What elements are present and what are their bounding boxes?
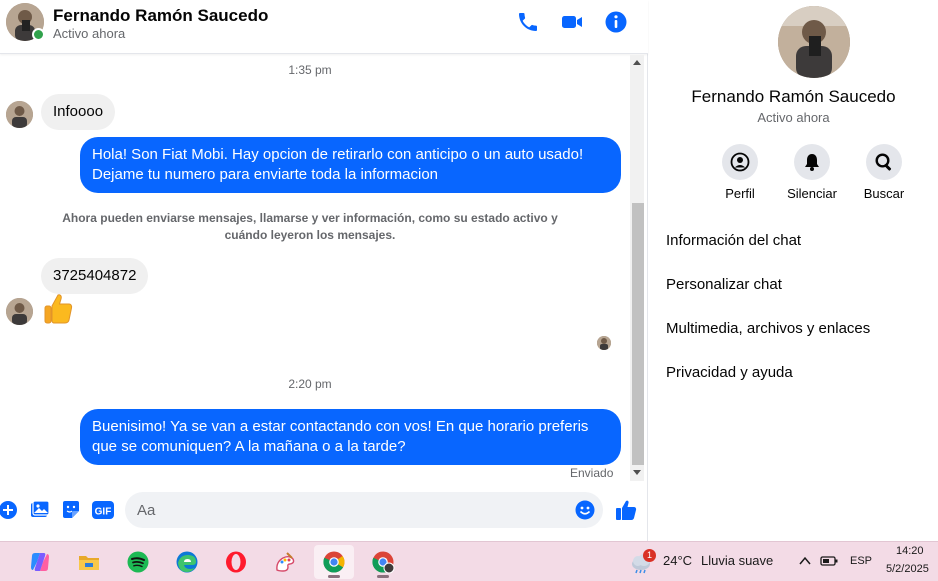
profile-icon[interactable] — [722, 144, 758, 180]
online-indicator — [32, 28, 45, 41]
chevron-up-icon[interactable] — [798, 554, 812, 568]
running-indicator — [377, 575, 389, 578]
emoji-icon[interactable] — [575, 500, 595, 520]
search-action[interactable]: Buscar — [854, 144, 914, 201]
weather-temp[interactable]: 24°C — [663, 553, 692, 568]
gif-icon[interactable]: GIF — [92, 500, 114, 520]
info-icon[interactable] — [604, 10, 628, 34]
message-input[interactable]: Aa — [125, 492, 603, 528]
clock-time[interactable]: 14:20 — [896, 545, 924, 557]
seen-avatar — [597, 336, 611, 350]
phone-icon[interactable] — [516, 10, 540, 34]
encryption-notice: Ahora pueden enviarse mensajes, llamarse… — [62, 211, 558, 242]
file-explorer-icon[interactable] — [69, 545, 109, 579]
video-icon[interactable] — [560, 10, 584, 34]
scroll-down-arrow[interactable] — [633, 470, 641, 475]
search-label: Buscar — [863, 186, 905, 201]
bell-icon[interactable] — [794, 144, 830, 180]
conversation-info-panel: Fernando Ramón Saucedo Activo ahora Perf… — [649, 0, 938, 541]
message-incoming[interactable]: Infoooo — [41, 94, 116, 130]
sent-status: Enviado — [570, 466, 614, 480]
timestamp: 1:35 pm — [288, 63, 332, 77]
input-placeholder: Aa — [137, 502, 156, 519]
battery-icon[interactable] — [820, 553, 840, 569]
search-icon[interactable] — [866, 144, 902, 180]
timestamp: 2:20 pm — [288, 377, 332, 391]
contact-avatar-small[interactable] — [6, 101, 33, 128]
scroll-up-arrow[interactable] — [633, 60, 641, 65]
gif-label: GIF — [95, 507, 112, 518]
profile-label: Perfil — [725, 186, 755, 201]
menu-customize-chat[interactable]: Personalizar chat — [666, 276, 782, 293]
composer: GIF Aa — [0, 490, 648, 534]
spotify-icon[interactable] — [118, 545, 158, 579]
info-contact-name: Fernando Ramón Saucedo — [691, 87, 896, 106]
contact-avatar-small[interactable] — [6, 298, 33, 325]
running-indicator — [328, 575, 340, 578]
plus-icon[interactable] — [0, 500, 18, 520]
chrome-profile-icon[interactable] — [363, 545, 403, 579]
copilot-icon[interactable] — [20, 545, 60, 579]
contact-avatar-large[interactable] — [778, 6, 850, 78]
chrome-icon[interactable] — [314, 545, 354, 579]
weather-badge: 1 — [643, 549, 656, 562]
sticker-icon[interactable] — [61, 500, 81, 520]
mute-label: Silenciar — [787, 186, 837, 201]
contact-name[interactable]: Fernando Ramón Saucedo — [53, 6, 268, 26]
chat-column: Fernando Ramón Saucedo Activo ahora 1:35… — [0, 0, 648, 541]
info-contact-status: Activo ahora — [757, 110, 830, 125]
taskbar: 1 24°C Lluvia suave ESP 14:20 5/2/2025 — [0, 541, 938, 581]
like-icon[interactable] — [614, 498, 638, 522]
image-icon[interactable] — [30, 500, 50, 520]
language-indicator[interactable]: ESP — [850, 555, 872, 567]
message-outgoing[interactable]: Hola! Son Fiat Mobi. Hay opcion de retir… — [80, 137, 621, 193]
profile-action[interactable]: Perfil — [710, 144, 770, 201]
menu-privacy-help[interactable]: Privacidad y ayuda — [666, 364, 793, 381]
thumbs-up-emoji[interactable] — [43, 292, 73, 326]
opera-icon[interactable] — [216, 545, 256, 579]
chat-header: Fernando Ramón Saucedo Activo ahora — [0, 0, 648, 54]
message-incoming[interactable]: 3725404872 — [41, 258, 149, 294]
clock-date[interactable]: 5/2/2025 — [886, 563, 929, 575]
edge-icon[interactable] — [167, 545, 207, 579]
menu-media-files-links[interactable]: Multimedia, archivos y enlaces — [666, 320, 870, 337]
messenger-window: Fernando Ramón Saucedo Activo ahora 1:35… — [0, 0, 938, 541]
contact-status: Activo ahora — [53, 26, 126, 41]
weather-desc[interactable]: Lluvia suave — [701, 553, 773, 568]
scroll-thumb[interactable] — [632, 203, 644, 465]
mute-action[interactable]: Silenciar — [782, 144, 842, 201]
weather-widget[interactable]: 1 — [629, 549, 657, 574]
paint-icon[interactable] — [265, 545, 305, 579]
message-outgoing[interactable]: Buenisimo! Ya se van a estar contactando… — [80, 409, 621, 465]
message-list[interactable]: 1:35 pm Infoooo Hola! Son Fiat Mobi. Hay… — [0, 55, 630, 485]
menu-chat-info[interactable]: Información del chat — [666, 232, 801, 249]
